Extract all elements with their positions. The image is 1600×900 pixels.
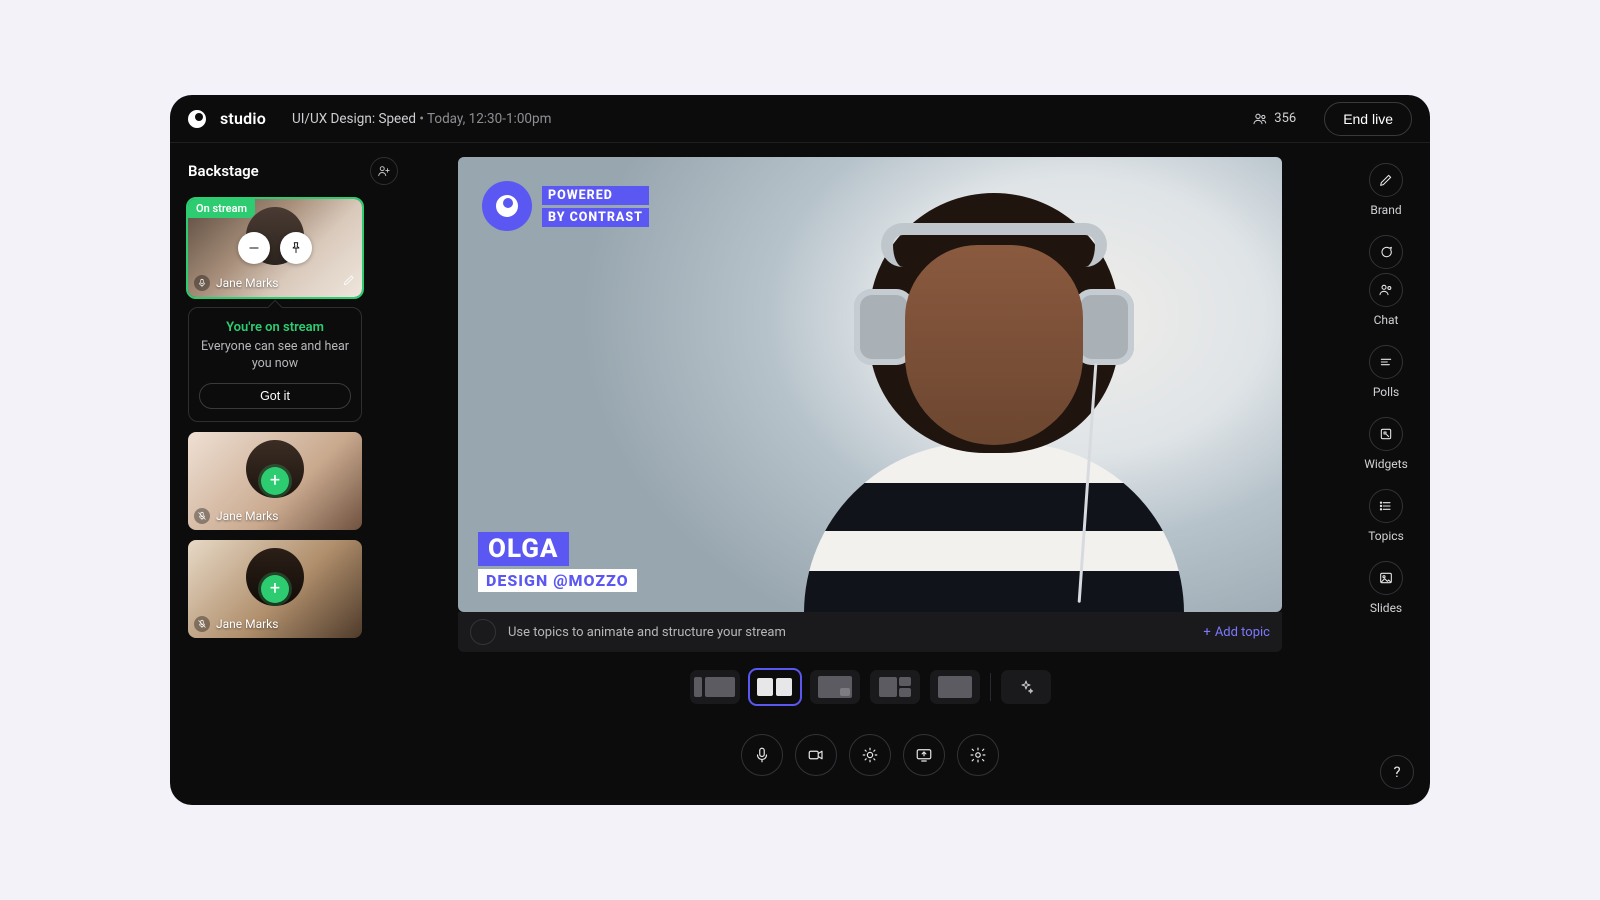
layout-divider xyxy=(990,673,991,701)
viewer-count: 356 xyxy=(1252,111,1296,127)
participant-name-row: Jane Marks xyxy=(194,275,278,291)
edit-name-button[interactable] xyxy=(342,272,356,291)
popover-subtext: Everyone can see and hear you now xyxy=(199,339,351,373)
pencil-icon xyxy=(1378,172,1394,188)
lower-third-subtitle: DESIGN @MOZZO xyxy=(478,569,637,592)
mic-muted-icon xyxy=(194,616,210,632)
plus-icon: + xyxy=(1203,625,1210,640)
mic-off-icon xyxy=(197,619,207,629)
session-meta: UI/UX Design: Speed • Today, 12:30-1:00p… xyxy=(292,111,551,127)
mic-icon xyxy=(753,746,771,764)
chat-bubble-icon xyxy=(1378,244,1394,260)
layout-pip-button[interactable] xyxy=(810,670,860,704)
backstage-tile[interactable]: + Jane Marks xyxy=(188,540,362,638)
watermark-logo-icon xyxy=(482,181,532,231)
minus-icon xyxy=(247,241,261,255)
list-icon xyxy=(476,625,490,639)
pin-button[interactable] xyxy=(280,232,312,264)
brightness-icon xyxy=(861,746,879,764)
layout-sidebar-button[interactable] xyxy=(870,670,920,704)
mic-toggle-button[interactable] xyxy=(741,734,783,776)
mic-off-icon xyxy=(197,511,207,521)
settings-button[interactable] xyxy=(957,734,999,776)
live-stage: POWERED BY CONTRAST OLGA DESIGN @MOZZO xyxy=(458,157,1282,612)
rail-brand[interactable]: Brand xyxy=(1369,163,1403,217)
mic-status-icon xyxy=(194,275,210,291)
stream-watermark: POWERED BY CONTRAST xyxy=(482,181,649,231)
add-topic-button[interactable]: + Add topic xyxy=(1203,625,1270,640)
header-bar: studio UI/UX Design: Speed • Today, 12:3… xyxy=(170,95,1430,143)
person-plus-icon xyxy=(377,164,391,178)
gear-icon xyxy=(969,746,987,764)
rail-chat[interactable]: Chat xyxy=(1369,235,1403,327)
people-icon xyxy=(1252,111,1268,127)
image-icon xyxy=(1378,570,1394,586)
rail-polls[interactable]: Polls xyxy=(1369,345,1403,399)
list-icon xyxy=(1378,498,1394,514)
session-title: UI/UX Design: Speed xyxy=(292,111,416,127)
rail-topics[interactable]: Topics xyxy=(1368,489,1404,543)
brand-name: studio xyxy=(220,109,266,128)
lighting-button[interactable] xyxy=(849,734,891,776)
lower-third: OLGA DESIGN @MOZZO xyxy=(478,532,637,592)
remove-from-stream-button[interactable] xyxy=(238,232,270,264)
widget-icon xyxy=(1378,426,1394,442)
mic-muted-icon xyxy=(194,508,210,524)
layout-dual-button[interactable] xyxy=(750,670,800,704)
topic-bar: Use topics to animate and structure your… xyxy=(458,612,1282,652)
layout-auto-button[interactable] xyxy=(1001,670,1051,704)
mic-icon xyxy=(197,278,207,288)
share-screen-button[interactable] xyxy=(903,734,945,776)
rail-slides[interactable]: Slides xyxy=(1369,561,1403,615)
session-time: Today, 12:30-1:00pm xyxy=(427,111,551,127)
backstage-tile[interactable]: + Jane Marks xyxy=(188,432,362,530)
screen-share-icon xyxy=(915,746,933,764)
layout-full-button[interactable] xyxy=(930,670,980,704)
popover-headline: You're on stream xyxy=(199,320,351,335)
rail-widgets[interactable]: Widgets xyxy=(1364,417,1408,471)
lower-third-name: OLGA xyxy=(478,532,569,566)
main-column: POWERED BY CONTRAST OLGA DESIGN @MOZZO U… xyxy=(416,157,1324,791)
people-icon xyxy=(1378,282,1394,298)
backstage-title: Backstage xyxy=(188,162,259,180)
end-live-button[interactable]: End live xyxy=(1324,102,1412,136)
camera-icon xyxy=(807,746,825,764)
backstage-panel: Backstage On stream xyxy=(188,157,398,791)
popover-dismiss-button[interactable]: Got it xyxy=(199,383,351,409)
poll-icon xyxy=(1378,354,1394,370)
pin-icon xyxy=(289,241,303,255)
right-rail: Brand Chat Polls Widgets Topics xyxy=(1342,157,1430,791)
pencil-icon xyxy=(342,273,356,287)
topics-menu-button[interactable] xyxy=(470,619,496,645)
add-to-stream-button[interactable]: + xyxy=(261,467,289,495)
topic-hint: Use topics to animate and structure your… xyxy=(508,625,1191,640)
help-button[interactable]: ? xyxy=(1380,755,1414,789)
av-controls xyxy=(741,734,999,776)
layout-solo-button[interactable] xyxy=(690,670,740,704)
on-stream-popover: You're on stream Everyone can see and he… xyxy=(188,307,362,422)
add-to-stream-button[interactable]: + xyxy=(261,575,289,603)
layout-chooser xyxy=(690,670,1051,704)
app-window: studio UI/UX Design: Speed • Today, 12:3… xyxy=(170,95,1430,805)
backstage-tile[interactable]: On stream Jane Marks xyxy=(188,199,362,297)
on-stream-badge: On stream xyxy=(188,199,255,218)
brand-logo-icon xyxy=(188,110,206,128)
invite-people-button[interactable] xyxy=(370,157,398,185)
camera-toggle-button[interactable] xyxy=(795,734,837,776)
sparkle-icon xyxy=(1018,679,1034,695)
presenter-video xyxy=(796,193,1192,612)
